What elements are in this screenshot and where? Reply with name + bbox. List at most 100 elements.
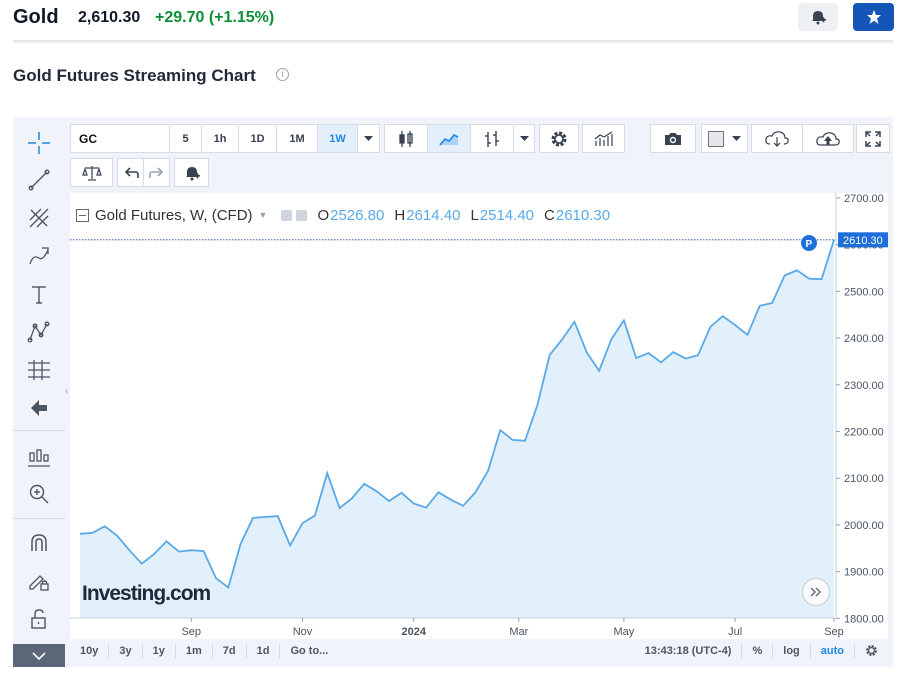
double-chevron-right-icon [810,587,822,597]
log-scale-toggle[interactable]: log [773,644,811,658]
save-chart-button[interactable] [802,124,854,153]
toolbar-separator [13,518,65,519]
unlock-tool[interactable] [25,605,53,633]
color-picker-button[interactable] [701,124,748,153]
zoom-in-tool[interactable] [25,480,53,508]
y-tick-label: 2000.00 [844,520,884,532]
interval-1h[interactable]: 1h [201,124,239,153]
open-value: 2526.80 [330,206,385,224]
redo-icon [148,166,163,178]
candlestick-icon [399,130,413,147]
indicators-button[interactable] [470,124,514,153]
symbol-input[interactable]: GC [70,124,170,153]
caret-down-icon [519,135,529,141]
fullscreen-button[interactable] [856,124,890,153]
measure-tool[interactable] [25,443,53,471]
chevron-down-icon [32,651,46,660]
style-dropdown[interactable] [513,124,535,153]
info-icon[interactable]: i [276,68,289,81]
price-chart[interactable]: P 2700.002600.002500.002400.002300.00220… [70,193,888,639]
candles-style-button[interactable] [384,124,428,153]
crosshair-tool[interactable] [25,129,53,157]
drawing-toolbar [13,124,65,667]
fib-tool[interactable] [25,204,53,232]
pencil-lock-icon [29,575,49,591]
add-alert-button[interactable] [174,158,209,187]
interval-1w[interactable]: 1W [317,124,358,153]
x-tick-label: Sep [824,626,844,638]
brush-tool[interactable] [25,242,53,270]
y-tick-label: 2200.00 [844,427,884,439]
chart-properties-button[interactable] [855,644,888,658]
trend-line-tool[interactable] [25,166,53,194]
load-chart-button[interactable] [751,124,803,153]
x-tick-label: May [613,626,634,638]
percent-scale-toggle[interactable]: % [742,644,774,658]
area-fill [80,239,834,618]
goto-date-button[interactable]: Go to... [280,644,338,658]
header-divider [13,40,893,42]
toolbar-separator [13,430,65,431]
compare-button[interactable] [582,124,625,153]
instrument-name: Gold [13,6,59,28]
range-1y[interactable]: 1y [143,644,176,658]
auto-scale-toggle[interactable]: auto [811,644,855,658]
interval-1m[interactable]: 1M [276,124,318,153]
watermark-text: Investing.com [82,582,211,605]
magnet-tool[interactable] [25,529,53,557]
x-tick-label: Sep [181,626,201,638]
instrument-header: Gold 2,610.30 +29.70 (+1.15%) [0,0,908,40]
y-tick-label: 2500.00 [844,286,884,298]
bell-plus-icon [812,11,826,25]
star-icon [866,10,881,24]
prediction-tool[interactable] [25,356,53,384]
area-style-button[interactable] [427,124,471,153]
position-marker-label: P [806,239,813,250]
range-1m[interactable]: 1m [176,644,213,658]
caret-down-icon [364,135,373,141]
create-alert-button[interactable] [798,3,838,31]
text-tool[interactable] [25,280,53,308]
series-title: Gold Futures, W, (CFD) [95,206,253,224]
range-1d[interactable]: 1d [247,644,281,658]
interval-5[interactable]: 5 [169,124,202,153]
y-tick-label: 1800.00 [844,613,884,625]
settings-button[interactable] [539,124,579,153]
undo-button[interactable] [117,158,144,187]
caret-down-icon [732,135,741,141]
range-7d[interactable]: 7d [213,644,247,658]
arrow-left-icon [31,400,47,416]
more-tools-button[interactable] [13,644,65,667]
range-10y[interactable]: 10y [70,644,110,658]
crosshair-icon [28,132,50,154]
collapse-legend-icon[interactable] [76,208,89,222]
unlock-icon [31,609,46,629]
pattern-tool[interactable] [25,318,53,346]
redo-button[interactable] [143,158,170,187]
x-tick-label: Mar [509,626,528,638]
scroll-to-realtime-button[interactable] [802,578,830,606]
range-3y[interactable]: 3y [109,644,143,658]
lock-drawings-tool[interactable] [25,567,53,595]
interval-1d[interactable]: 1D [238,124,277,153]
remove-drawings-tool[interactable] [25,394,53,422]
section-title: Gold Futures Streaming Chart [13,66,256,85]
trend-line-icon [28,169,50,191]
eye-icon[interactable] [281,209,293,221]
cloud-upload-icon [816,131,840,146]
close-label: C [544,206,555,224]
clock-timezone[interactable]: 13:43:18 (UTC-4) [635,644,743,658]
magnet-icon [31,534,47,551]
undo-icon [124,166,139,178]
add-to-watchlist-button[interactable] [853,3,894,31]
low-label: L [470,206,479,224]
compare-symbols-button[interactable] [70,158,113,187]
area-chart-icon [439,133,459,146]
interval-dropdown[interactable] [357,124,380,153]
chart-pane[interactable]: P 2700.002600.002500.002400.002300.00220… [70,193,888,639]
range-bar: 10y 3y 1y 1m 7d 1d Go to... 13:43:18 (UT… [70,640,888,662]
y-tick-label: 2300.00 [844,380,884,392]
caret-down-icon[interactable]: ▼ [259,210,268,220]
gear-icon[interactable] [296,209,308,221]
screenshot-button[interactable] [650,124,696,153]
